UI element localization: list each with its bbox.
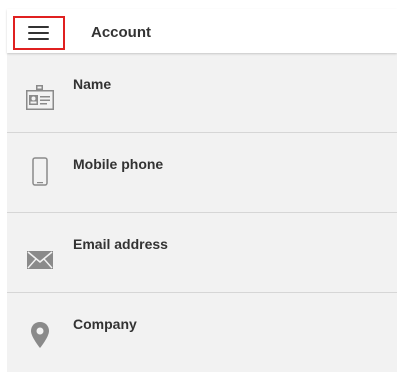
field-row-company[interactable]: Company bbox=[7, 293, 397, 372]
field-label-email-address: Email address bbox=[73, 236, 168, 252]
mobile-phone-icon bbox=[25, 157, 55, 187]
menu-button[interactable] bbox=[13, 16, 65, 50]
field-label-company: Company bbox=[73, 316, 137, 332]
field-row-email-address[interactable]: Email address bbox=[7, 213, 397, 293]
account-screen: Account Name Mobile phone Email address … bbox=[7, 9, 397, 372]
field-row-mobile-phone[interactable]: Mobile phone bbox=[7, 133, 397, 213]
field-label-name: Name bbox=[73, 76, 112, 92]
app-bar: Account bbox=[7, 9, 397, 53]
field-label-mobile-phone: Mobile phone bbox=[73, 156, 164, 172]
page-title: Account bbox=[91, 24, 151, 41]
location-pin-icon bbox=[25, 320, 55, 350]
envelope-icon bbox=[25, 245, 55, 275]
account-field-list: Name Mobile phone Email address Company bbox=[7, 53, 397, 372]
field-row-name[interactable]: Name bbox=[7, 53, 397, 133]
id-card-icon bbox=[25, 83, 55, 113]
